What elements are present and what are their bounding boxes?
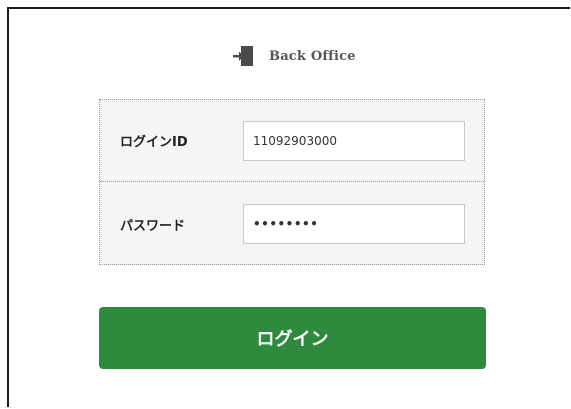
password-input[interactable]	[243, 204, 465, 244]
login-button[interactable]: ログイン	[99, 307, 486, 369]
brand-title: Back Office	[269, 48, 356, 64]
login-id-row: ログインID	[100, 100, 484, 182]
password-label: パスワード	[120, 218, 186, 234]
password-row: パスワード	[100, 183, 484, 265]
login-id-label: ログインID	[120, 135, 188, 150]
login-id-input[interactable]	[243, 120, 465, 161]
page-header: Back Office	[232, 44, 356, 68]
door-exit-icon	[233, 46, 253, 66]
login-form: ログインID パスワード	[99, 99, 485, 265]
